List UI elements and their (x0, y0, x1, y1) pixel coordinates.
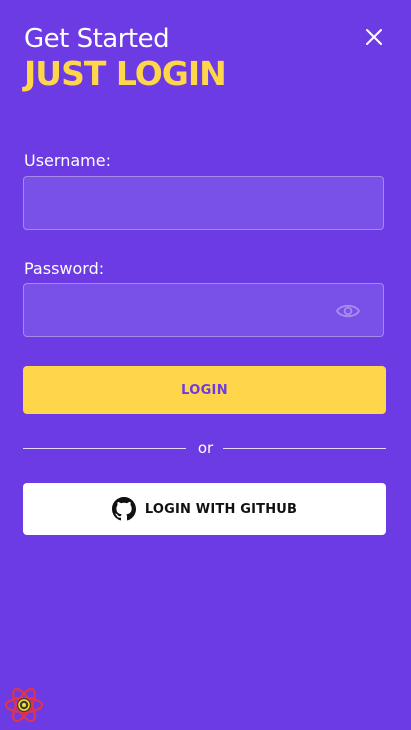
devtools-toggle-button[interactable] (3, 685, 45, 725)
divider-line-right (223, 448, 386, 449)
login-panel: Get Started JUST LOGIN Username: Passwor… (0, 0, 411, 730)
password-visibility-toggle[interactable] (335, 299, 361, 323)
username-field-wrapper (23, 176, 384, 230)
close-button[interactable] (362, 25, 386, 49)
github-login-button[interactable]: LOGIN WITH GITHUB (23, 483, 386, 535)
password-label: Password: (24, 259, 105, 278)
page-title: Get Started (24, 24, 170, 54)
github-button-label: LOGIN WITH GITHUB (144, 501, 298, 517)
close-icon (366, 29, 382, 45)
page-subtitle: JUST LOGIN (24, 54, 227, 93)
password-input[interactable] (24, 284, 383, 336)
username-label: Username: (24, 151, 111, 170)
react-logo-icon (4, 687, 44, 723)
github-icon (111, 497, 136, 521)
password-field-wrapper (23, 283, 384, 337)
eye-icon (335, 304, 361, 318)
login-button[interactable]: LOGIN (23, 366, 386, 414)
username-input[interactable] (24, 177, 383, 229)
